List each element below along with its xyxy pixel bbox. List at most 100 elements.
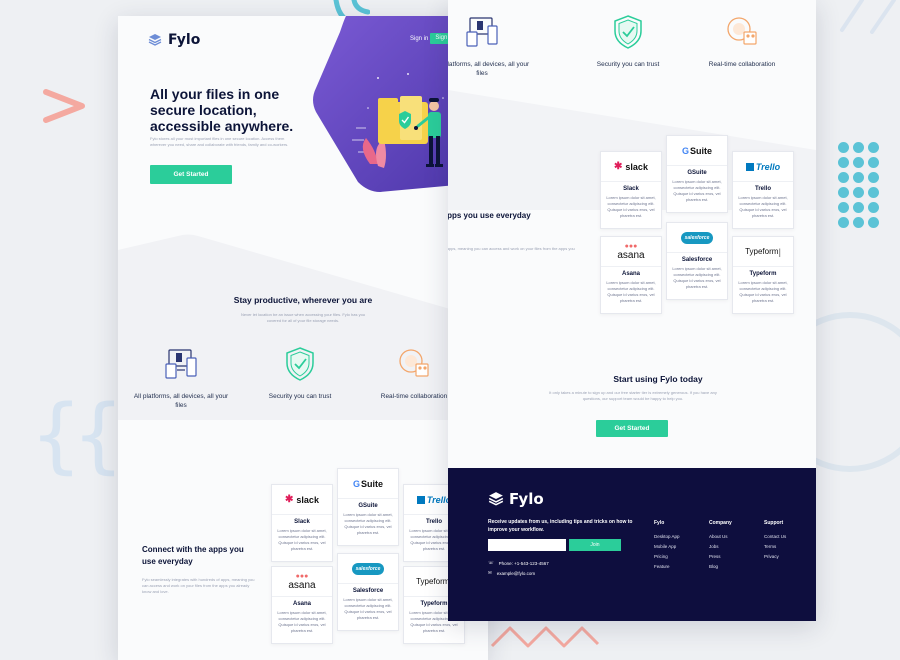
footer-logo[interactable]: Fylo xyxy=(488,490,544,508)
newsletter-text: Receive updates from us, including tips … xyxy=(488,519,633,533)
footer-link[interactable]: Feature xyxy=(654,562,680,572)
phone-icon: ☏ xyxy=(488,560,494,565)
salesforce-logo: salesforce xyxy=(338,554,398,584)
footer: Fylo Receive updates from us, including … xyxy=(448,468,816,621)
footer-link[interactable]: Contact Us xyxy=(764,532,786,542)
feature-platforms: All platforms, all devices, all your fil… xyxy=(448,14,532,78)
dot-decoration xyxy=(868,142,879,153)
gsuite-logo: G Suite xyxy=(338,469,398,499)
start-section-title: Start using Fylo today xyxy=(613,374,703,384)
connect-section-body: Fylo seamlessly integrates with hundreds… xyxy=(448,246,575,251)
dot-decoration xyxy=(853,202,864,213)
dot-decoration xyxy=(838,217,849,228)
footer-link[interactable]: Terms xyxy=(764,542,786,552)
trello-logo: Trello xyxy=(733,152,793,182)
dot-decoration xyxy=(868,187,879,198)
chevron-decoration xyxy=(43,89,85,123)
fylo-logo-icon xyxy=(488,492,504,506)
footer-link[interactable]: Press xyxy=(709,552,732,562)
feature-label: Security you can trust xyxy=(268,393,332,400)
connect-section-title: Connect with the apps you use everyday xyxy=(142,545,244,566)
footer-email: ✉ example@fylo.com xyxy=(488,570,536,576)
feature-label: Security you can trust xyxy=(596,61,660,68)
footer-link[interactable]: Pricing xyxy=(654,552,680,562)
shield-check-icon xyxy=(286,347,314,381)
feature-platforms: All platforms, all devices, all your fil… xyxy=(131,346,231,410)
dot-decoration xyxy=(868,202,879,213)
gsuite-logo: G Suite xyxy=(667,136,727,166)
devices-icon xyxy=(466,17,498,47)
dot-decoration xyxy=(853,187,864,198)
connect-section-body: Fylo seamlessly integrates with hundreds… xyxy=(142,577,255,594)
app-card-gsuite: G Suite GSuite Lorem ipsum dolor sit amet… xyxy=(666,135,728,213)
dot-decoration xyxy=(853,157,864,168)
productive-section-body: Never let location be an issue when acce… xyxy=(240,312,366,323)
collaboration-icon xyxy=(727,17,757,45)
app-card-asana: ●●● asana Asana Lorem ipsum dolor sit ame… xyxy=(271,566,333,644)
productive-section-title: Stay productive, wherever you are xyxy=(233,295,373,305)
zigzag-decoration xyxy=(490,626,600,648)
footer-link[interactable]: Blog xyxy=(709,562,732,572)
dot-decoration xyxy=(838,172,849,183)
asana-logo: ●●● asana xyxy=(272,567,332,597)
footer-phone: ☏ Phone: +1-543-123-4567 xyxy=(488,560,549,566)
footer-link[interactable]: Mobile App xyxy=(654,542,680,552)
feature-security: Security you can trust xyxy=(578,14,678,69)
app-card-gsuite: G Suite GSuite Lorem ipsum dolor sit amet… xyxy=(337,468,399,546)
dot-decoration xyxy=(868,157,879,168)
dot-decoration xyxy=(853,217,864,228)
app-card-salesforce: salesforce Salesforce Lorem ipsum dolor … xyxy=(666,222,728,300)
footer-link[interactable]: Jobs xyxy=(709,542,732,552)
devices-icon xyxy=(165,349,197,379)
join-button[interactable]: Join xyxy=(569,539,621,551)
feature-collaboration: Real-time collaboration xyxy=(692,14,792,69)
dot-decoration xyxy=(868,172,879,183)
footer-link[interactable]: Desktop App xyxy=(654,532,680,542)
dot-decoration xyxy=(853,142,864,153)
lines-decoration xyxy=(840,0,896,34)
collaboration-icon xyxy=(399,349,429,377)
feature-security: Security you can trust xyxy=(250,346,350,401)
shield-check-icon xyxy=(614,15,642,49)
asana-logo: ●●● asana xyxy=(601,237,661,267)
start-get-started-button[interactable]: Get Started xyxy=(596,420,668,437)
feature-label: Real-time collaboration xyxy=(708,61,776,68)
dot-decoration xyxy=(868,217,879,228)
typeform-logo: Typeform| xyxy=(733,237,793,267)
app-card-salesforce: salesforce Salesforce Lorem ipsum dolor … xyxy=(337,553,399,631)
hero-get-started-button[interactable]: Get Started xyxy=(150,165,232,184)
app-card-asana: ●●● asana Asana Lorem ipsum dolor sit ame… xyxy=(600,236,662,314)
newsletter-email-input[interactable] xyxy=(488,539,566,551)
hero-subtitle: Fylo stores all your most important file… xyxy=(150,136,289,147)
feature-label: All platforms, all devices, all your fil… xyxy=(448,61,530,77)
connect-section-title: Connect with the apps you use everyday xyxy=(448,211,531,220)
app-card-slack: ✱ slack Slack Lorem ipsum dolor sit amet,… xyxy=(271,484,333,562)
dot-decoration xyxy=(838,202,849,213)
braces-decoration: {{ xyxy=(30,388,124,483)
dot-grid-decoration xyxy=(838,142,882,232)
feature-label: All platforms, all devices, all your fil… xyxy=(133,393,229,409)
header-logo[interactable]: Fylo xyxy=(148,32,200,48)
start-section-body: It only takes a minute to sign up and ou… xyxy=(549,390,717,401)
app-card-slack: ✱ slack Slack Lorem ipsum dolor sit amet,… xyxy=(600,151,662,229)
landing-page-preview-left: Fylo Sign in Sign Up All your files in o… xyxy=(118,16,488,660)
dot-decoration xyxy=(838,142,849,153)
app-card-typeform: Typeform| Typeform Lorem ipsum dolor sit… xyxy=(732,236,794,314)
hero-title: All your files in one secure location, a… xyxy=(150,86,294,134)
dot-decoration xyxy=(838,187,849,198)
mail-icon: ✉ xyxy=(488,570,492,575)
salesforce-logo: salesforce xyxy=(667,223,727,253)
footer-link[interactable]: Privacy xyxy=(764,552,786,562)
dot-decoration xyxy=(838,157,849,168)
footer-column-support: Support Contact Us Terms Privacy xyxy=(764,520,786,562)
footer-column-fylo: Fylo Desktop App Mobile App Pricing Feat… xyxy=(654,520,680,572)
app-card-trello: Trello Trello Lorem ipsum dolor sit amet… xyxy=(732,151,794,229)
footer-link[interactable]: About Us xyxy=(709,532,732,542)
signin-link[interactable]: Sign in xyxy=(410,36,428,42)
logo-text: Fylo xyxy=(168,32,201,48)
slack-logo: ✱ slack xyxy=(272,485,332,515)
fylo-logo-icon xyxy=(148,34,162,46)
slack-logo: ✱ slack xyxy=(601,152,661,182)
footer-column-company: Company About Us Jobs Press Blog xyxy=(709,520,732,572)
landing-page-preview-right: All platforms, all devices, all your fil… xyxy=(448,0,816,621)
